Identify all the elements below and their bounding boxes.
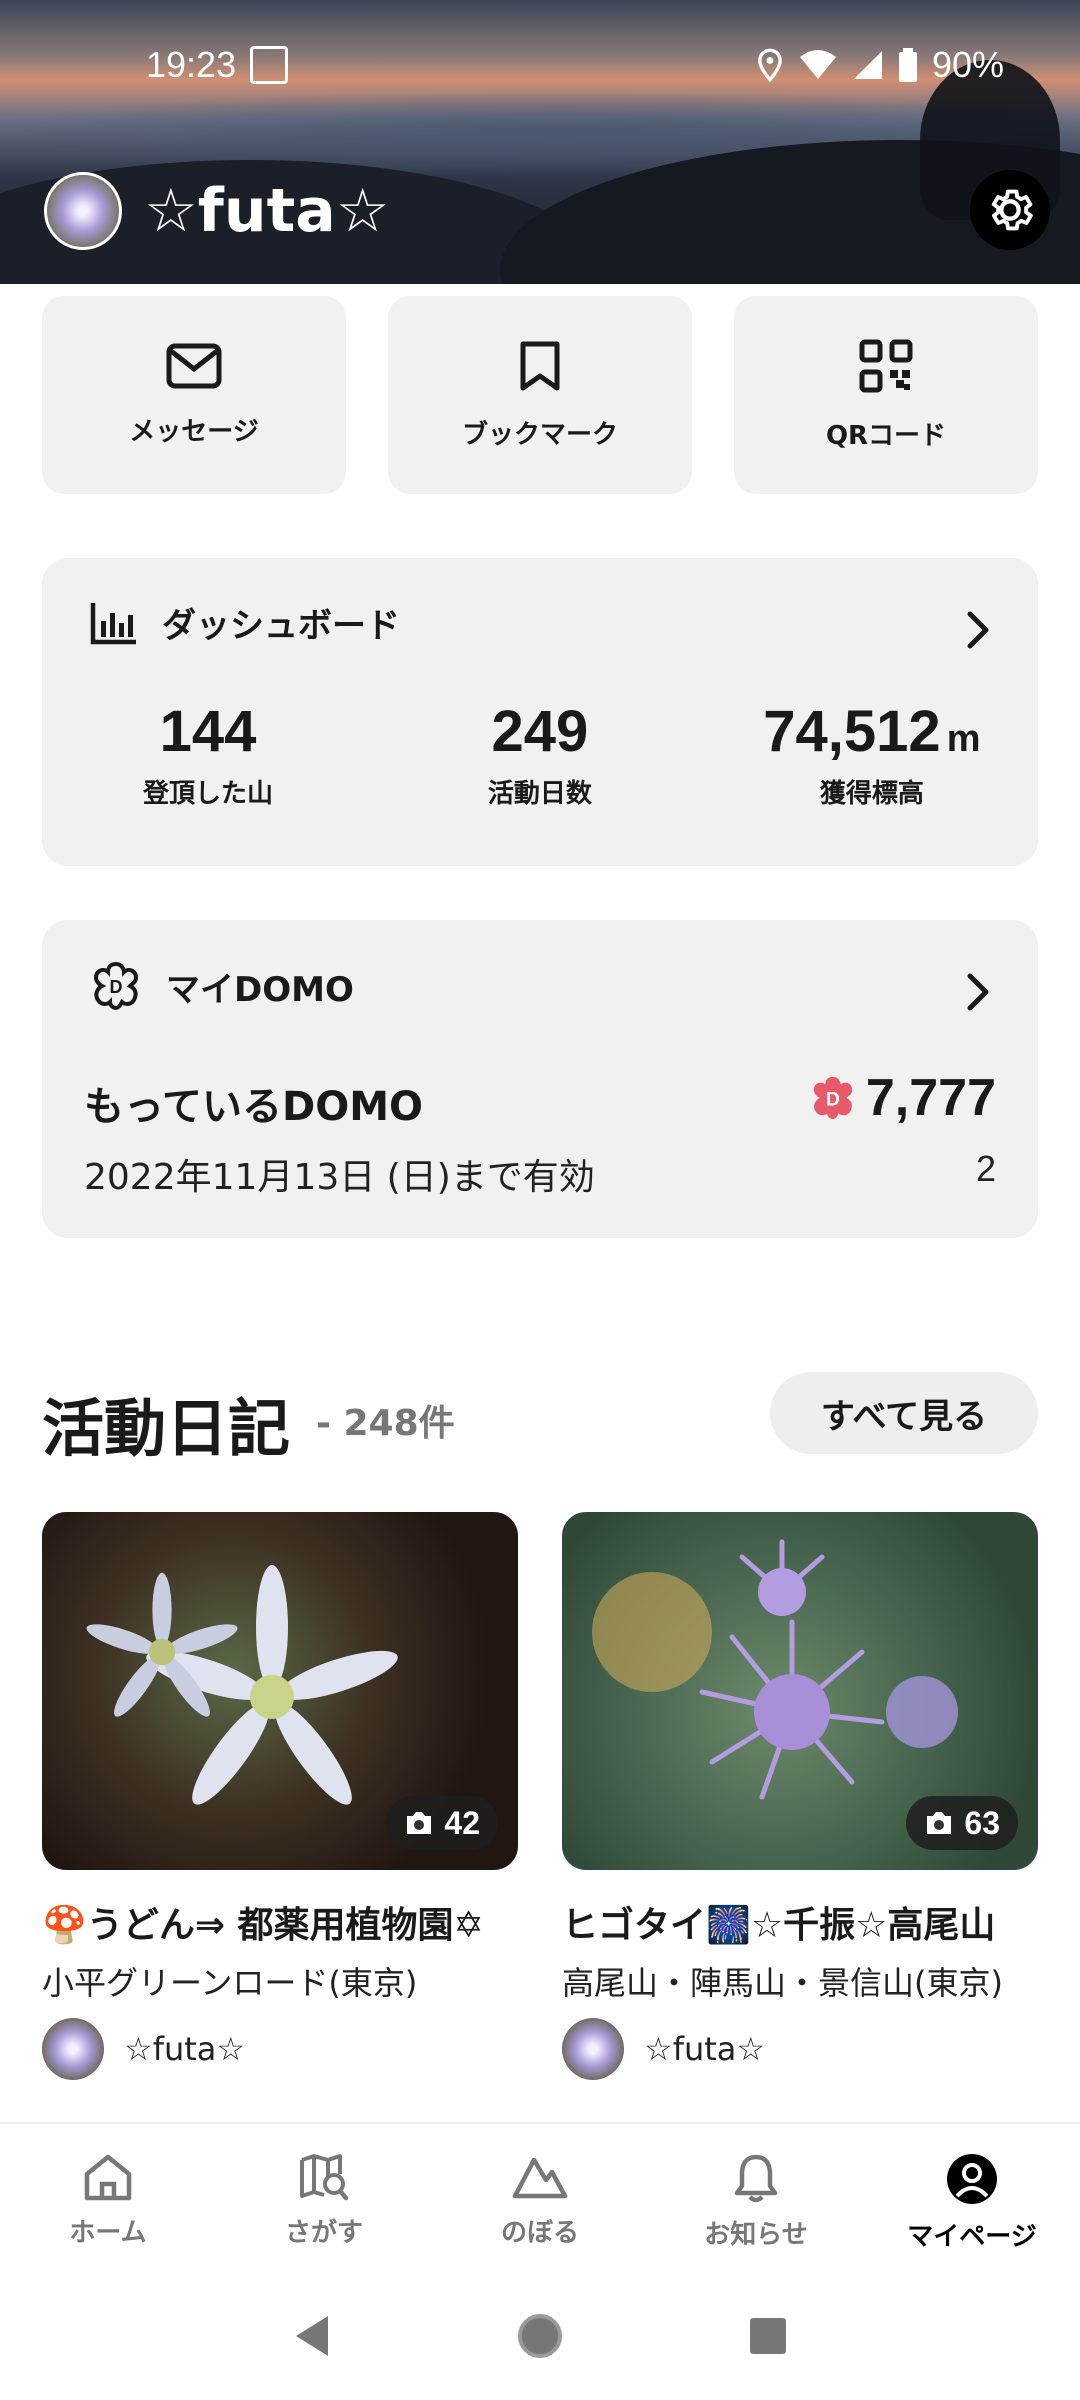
dashboard-card[interactable]: ダッシュボード 144 登頂した山 249 活動日数 74,512 m 獲得標高 — [42, 558, 1038, 866]
camera-icon — [927, 1812, 952, 1834]
section-title: 活動日記 — [42, 1392, 291, 1465]
domo-valid-until: 2022年11月13日 (日)まで有効 — [84, 1157, 595, 1198]
stat-value: 249 — [491, 699, 589, 764]
see-all-button[interactable]: すべて見る — [770, 1372, 1038, 1454]
stat-elevation-gain: 74,512 m 獲得標高 — [706, 698, 1038, 810]
nav-climb[interactable]: のぼる — [432, 2124, 648, 2270]
domo-count: 2 — [975, 1148, 996, 1189]
location-icon — [758, 48, 782, 82]
diary-photo[interactable]: 63 — [562, 1512, 1038, 1870]
wifi-icon — [799, 50, 836, 79]
bell-icon — [734, 2154, 778, 2203]
message-label: メッセージ — [129, 416, 259, 447]
photo-count: 42 — [444, 1804, 480, 1841]
stat-label: 登頂した山 — [142, 779, 273, 809]
nav-search[interactable]: さがす — [216, 2124, 432, 2270]
settings-button[interactable] — [970, 170, 1050, 250]
dashboard-stats: 144 登頂した山 249 活動日数 74,512 m 獲得標高 — [42, 698, 1038, 810]
bar-chart-icon — [90, 602, 136, 644]
quick-actions: メッセージ ブックマーク QRコード — [42, 296, 1038, 494]
qr-code-button[interactable]: QRコード — [734, 296, 1038, 494]
stat-label: 獲得標高 — [819, 779, 924, 809]
mail-icon — [166, 343, 222, 388]
status-bar: 19:23 90% — [0, 0, 1080, 136]
chevron-right-icon[interactable] — [966, 972, 990, 1012]
bookmark-icon — [520, 341, 560, 390]
my-domo-card[interactable]: D マイDOMO もっているDOMO D 7,777 2022年11月13日 (… — [42, 920, 1038, 1238]
nav-home[interactable]: ホーム — [0, 2124, 216, 2270]
section-count: - 248件 — [316, 1403, 455, 1444]
photo-count: 63 — [964, 1804, 1000, 1841]
photo-count-badge: 63 — [906, 1796, 1018, 1850]
camera-icon — [407, 1812, 432, 1834]
bottom-nav: ホーム さがす のぼる お知らせ マイページ — [0, 2122, 1080, 2270]
username: ☆futa☆ — [144, 176, 390, 246]
diary-card[interactable]: 63 ヒゴタイ🎆☆千振☆高尾山 高尾山・陣馬山・景信山(東京) ☆futa☆ — [562, 1512, 1038, 2080]
bookmark-button[interactable]: ブックマーク — [388, 296, 692, 494]
diary-author[interactable]: ☆futa☆ — [42, 2018, 518, 2080]
author-name: ☆futa☆ — [644, 2030, 766, 2068]
stat-value: 74,512 — [763, 699, 941, 764]
diary-photo[interactable]: 42 — [42, 1512, 518, 1870]
user-icon — [947, 2154, 997, 2204]
profile-header: 19:23 90% ☆futa☆ — [0, 0, 1080, 284]
system-nav-bar — [0, 2272, 1080, 2400]
avatar — [562, 2018, 624, 2080]
stat-label: 活動日数 — [487, 779, 592, 809]
home-icon — [84, 2154, 132, 2201]
nav-label: マイページ — [907, 2222, 1037, 2252]
map-search-icon — [300, 2154, 349, 2201]
bookmark-label: ブックマーク — [461, 419, 618, 450]
qr-code-label: QRコード — [825, 420, 947, 451]
domo-flower-icon: D — [93, 961, 139, 1011]
stat-unit: m — [946, 718, 981, 760]
nav-label: のぼる — [500, 2218, 579, 2248]
diary-location: 高尾山・陣馬山・景信山(東京) — [562, 1964, 1003, 2002]
domo-coin-icon: D — [813, 1076, 853, 1120]
author-name: ☆futa☆ — [124, 2030, 246, 2068]
domo-have-label: もっているDOMO — [84, 1084, 424, 1130]
home-circle-icon[interactable] — [516, 2312, 564, 2360]
gear-icon — [991, 189, 1033, 231]
avatar[interactable] — [44, 172, 122, 250]
profile-row[interactable]: ☆futa☆ — [44, 172, 390, 250]
battery-icon — [898, 48, 917, 82]
domo-title: マイDOMO — [166, 969, 354, 1010]
mountain-icon — [512, 2157, 568, 2199]
diary-title: 🍄うどん⇒ 都薬用植物園✡ — [42, 1905, 484, 1946]
domo-amount: D 7,777 — [808, 1068, 996, 1128]
nav-my-page[interactable]: マイページ — [864, 2124, 1080, 2270]
photo-count-badge: 42 — [386, 1796, 498, 1850]
status-right: 90% — [756, 44, 1004, 86]
domo-amount-value: 7,777 — [865, 1069, 996, 1127]
gallery-notification-icon — [250, 46, 288, 84]
diary-title: ヒゴタイ🎆☆千振☆高尾山 — [562, 1905, 996, 1946]
nav-label: お知らせ — [704, 2220, 808, 2250]
diary-author[interactable]: ☆futa☆ — [562, 2018, 1038, 2080]
stat-value: 144 — [159, 699, 257, 764]
dashboard-header: ダッシュボード — [90, 598, 400, 647]
recents-icon[interactable] — [748, 2316, 788, 2356]
avatar — [42, 2018, 104, 2080]
chevron-right-icon[interactable] — [966, 610, 990, 650]
signal-icon — [853, 51, 882, 79]
qr-code-icon — [859, 339, 913, 392]
diary-card[interactable]: 42 🍄うどん⇒ 都薬用植物園✡ 小平グリーンロード(東京) ☆futa☆ — [42, 1512, 518, 2080]
diary-location: 小平グリーンロード(東京) — [42, 1964, 418, 2002]
svg-text:D: D — [110, 977, 123, 997]
domo-header: D マイDOMO — [90, 960, 354, 1012]
battery-percent: 90% — [931, 44, 1004, 85]
status-time: 19:23 — [146, 44, 237, 85]
back-icon[interactable] — [292, 2314, 332, 2358]
stat-summits: 144 登頂した山 — [42, 698, 374, 810]
message-button[interactable]: メッセージ — [42, 296, 346, 494]
dashboard-title: ダッシュボード — [162, 606, 400, 646]
nav-notifications[interactable]: お知らせ — [648, 2124, 864, 2270]
nav-label: さがす — [284, 2218, 363, 2248]
nav-label: ホーム — [69, 2218, 147, 2248]
stat-active-days: 249 活動日数 — [374, 698, 706, 810]
svg-text:D: D — [826, 1090, 840, 1111]
